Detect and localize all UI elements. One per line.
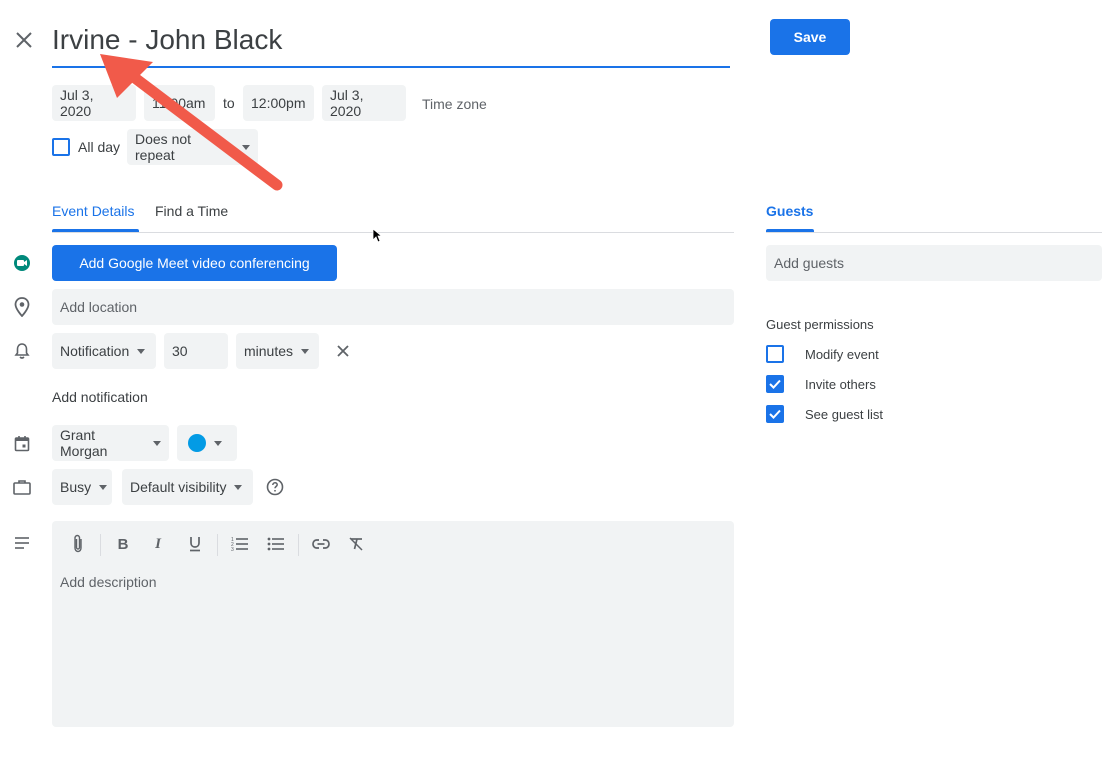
bullet-list-icon[interactable] — [266, 534, 286, 554]
description-placeholder: Add description — [60, 574, 157, 590]
annotation-arrow — [100, 54, 283, 191]
chevron-down-icon — [153, 440, 161, 446]
tab-find-time[interactable]: Find a Time — [155, 203, 228, 219]
bold-glyph: B — [117, 535, 129, 553]
description-icon — [12, 533, 32, 553]
attachment-icon[interactable] — [68, 534, 88, 554]
italic-glyph: I — [155, 535, 161, 552]
notification-value-text: 30 — [172, 343, 188, 359]
google-meet-icon — [12, 253, 32, 273]
chevron-down-icon — [214, 440, 222, 446]
see-guest-list-checkbox[interactable] — [766, 405, 784, 423]
chevron-down-icon — [137, 348, 146, 354]
notification-type-text: Notification — [60, 343, 130, 359]
link-icon[interactable] — [311, 534, 331, 554]
calendar-icon — [12, 433, 32, 453]
numbered-list-icon[interactable]: 123 — [230, 534, 250, 554]
add-guests-input[interactable]: Add guests — [766, 245, 1102, 281]
calendar-owner-text: Grant Morgan — [60, 427, 108, 459]
visibility-dropdown[interactable]: Default visibility — [122, 469, 253, 505]
end-date-text: Jul 3, 2020 — [330, 87, 364, 119]
tab-event-details-label: Event Details — [52, 203, 135, 219]
notification-value-input[interactable]: 30 — [164, 333, 228, 369]
add-meet-button[interactable]: Add Google Meet video conferencing — [52, 245, 337, 281]
toolbar-divider — [217, 534, 218, 556]
save-button[interactable]: Save — [770, 19, 850, 55]
clear-formatting-icon[interactable] — [346, 534, 366, 554]
help-icon[interactable] — [265, 477, 285, 497]
italic-icon[interactable]: I — [148, 534, 168, 554]
tab-event-details[interactable]: Event Details — [52, 203, 134, 219]
availability-text: Busy — [60, 479, 92, 495]
toolbar-divider — [298, 534, 299, 556]
calendar-color-swatch — [188, 434, 206, 452]
remove-notification-icon[interactable] — [333, 341, 353, 361]
notification-unit-text: minutes — [244, 343, 294, 359]
end-date-field[interactable]: Jul 3, 2020 — [322, 85, 406, 121]
mouse-cursor-icon — [372, 228, 382, 243]
notification-type-dropdown[interactable]: Notification — [52, 333, 156, 369]
guests-divider — [766, 232, 1102, 233]
chevron-down-icon — [301, 348, 310, 354]
timezone-link[interactable]: Time zone — [422, 96, 487, 112]
check-icon — [769, 409, 781, 419]
bold-icon[interactable]: B — [113, 534, 133, 554]
visibility-text: Default visibility — [130, 479, 227, 495]
all-day-checkbox[interactable] — [52, 138, 70, 156]
see-guest-list-label: See guest list — [805, 407, 884, 422]
check-icon — [769, 379, 781, 389]
tab-guests-label: Guests — [766, 203, 814, 219]
close-icon[interactable] — [12, 28, 36, 52]
calendar-color-dropdown[interactable] — [177, 425, 237, 461]
underline-icon[interactable] — [185, 534, 205, 554]
chevron-down-icon — [234, 484, 243, 490]
briefcase-icon — [12, 477, 32, 497]
availability-dropdown[interactable]: Busy — [52, 469, 112, 505]
svg-text:3: 3 — [231, 547, 234, 552]
calendar-owner-dropdown[interactable]: Grant Morgan — [52, 425, 169, 461]
location-pin-icon — [12, 297, 32, 317]
chevron-down-icon — [99, 484, 108, 490]
tab-guests[interactable]: Guests — [766, 203, 813, 219]
add-guests-placeholder: Add guests — [774, 255, 845, 271]
bell-icon — [12, 341, 32, 361]
location-placeholder: Add location — [60, 299, 138, 315]
invite-others-label: Invite others — [805, 377, 876, 392]
save-label: Save — [793, 29, 827, 45]
notification-unit-dropdown[interactable]: minutes — [236, 333, 319, 369]
tab-find-time-label: Find a Time — [155, 203, 229, 219]
guest-permissions-label: Guest permissions — [766, 317, 874, 332]
invite-others-checkbox[interactable] — [766, 375, 784, 393]
add-notification-link[interactable]: Add notification — [52, 389, 148, 405]
modify-event-checkbox[interactable] — [766, 345, 784, 363]
toolbar-divider — [100, 534, 101, 556]
location-input[interactable]: Add location — [52, 289, 734, 325]
add-meet-label: Add Google Meet video conferencing — [79, 255, 310, 271]
modify-event-label: Modify event — [805, 347, 879, 362]
tabs-divider — [52, 232, 734, 233]
